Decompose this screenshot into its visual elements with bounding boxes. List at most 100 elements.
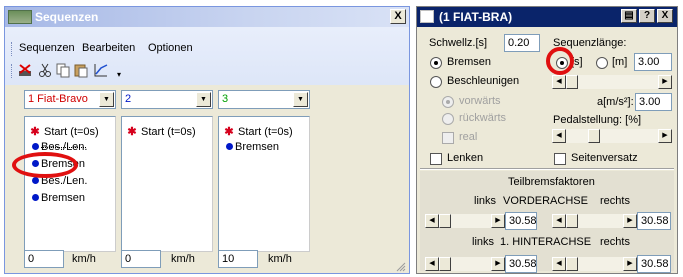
scroll-left-icon[interactable]: ◀ xyxy=(552,75,566,89)
va-links-label: links xyxy=(474,195,497,207)
menu-optionen[interactable]: Optionen xyxy=(148,42,193,54)
scroll-right-icon[interactable]: ▶ xyxy=(658,75,672,89)
list-item[interactable]: Bremsen xyxy=(29,192,85,206)
slider-thumb[interactable] xyxy=(566,214,578,228)
step-dot-icon xyxy=(32,194,39,202)
sequence-select-3[interactable]: 3 ▼ xyxy=(218,90,310,109)
close-button[interactable]: X xyxy=(390,9,406,24)
radio-vorwaerts[interactable] xyxy=(442,96,454,108)
schwellz-field[interactable]: 0.20 xyxy=(504,34,540,52)
list-item[interactable]: ✱ Start (t=0s) xyxy=(29,125,98,139)
va-links-slider[interactable]: ◀ ▶ xyxy=(425,214,505,228)
speed-unit-2: km/h xyxy=(171,253,195,265)
sequence-list-1[interactable]: ✱ Start (t=0s) Bes./Len. Bremsen Bes./Len… xyxy=(24,116,116,252)
ha-links-label: links xyxy=(472,236,495,248)
list-item[interactable]: ✱ Start (t=0s) xyxy=(223,125,292,139)
bremsen-label: Bremsen xyxy=(447,56,492,68)
accel-field[interactable]: 3.00 xyxy=(635,93,672,111)
speed-input-2[interactable]: 0 xyxy=(121,250,161,268)
scroll-left-icon[interactable]: ◀ xyxy=(552,214,566,228)
scroll-left-icon[interactable]: ◀ xyxy=(425,214,439,228)
chevron-down-icon[interactable]: ▼ xyxy=(196,92,211,107)
print-button[interactable]: ▤ xyxy=(621,9,637,23)
highlight-ellipse xyxy=(12,152,78,178)
scroll-right-icon[interactable]: ▶ xyxy=(491,257,505,271)
paste-icon[interactable] xyxy=(73,62,89,78)
radio-bremsen[interactable] xyxy=(430,57,442,69)
checkbox-lenken[interactable] xyxy=(430,153,442,165)
scroll-left-icon[interactable]: ◀ xyxy=(552,257,566,271)
sequence-list-3[interactable]: ✱ Start (t=0s) Bremsen xyxy=(218,116,310,252)
window-icon xyxy=(420,10,434,23)
close-button[interactable]: X xyxy=(657,9,673,23)
window-title: Sequenzen xyxy=(35,10,99,24)
radio-beschleunigen[interactable] xyxy=(430,76,442,88)
speed-input-3[interactable]: 10 xyxy=(218,250,258,268)
vehicle-titlebar[interactable]: (1 FIAT-BRA) ▤ ? X xyxy=(417,7,677,27)
list-item[interactable]: ✱ Start (t=0s) xyxy=(126,125,195,139)
va-rechts-label: rechts xyxy=(600,195,630,207)
teilbrems-title: Teilbremsfaktoren xyxy=(508,176,595,188)
menu-sequenzen[interactable]: Sequenzen xyxy=(19,42,75,54)
checkbox-real[interactable] xyxy=(442,132,454,144)
highlight-circle xyxy=(546,47,574,75)
list-item[interactable]: Bremsen xyxy=(223,141,279,155)
menu-grip-icon[interactable] xyxy=(11,42,14,56)
help-button[interactable]: ? xyxy=(639,9,655,23)
toolbar-grip-icon[interactable] xyxy=(11,64,14,78)
speed-unit-1: km/h xyxy=(72,253,96,265)
ha-rechts-field[interactable]: 30.58 xyxy=(637,255,671,273)
lenken-label: Lenken xyxy=(447,152,484,164)
delete-icon[interactable] xyxy=(17,62,33,78)
seitenversatz-label: Seitenversatz xyxy=(571,152,638,164)
radio-unit-m[interactable] xyxy=(596,57,608,69)
vorderachse-label: VORDERACHSE xyxy=(503,195,588,207)
chevron-down-icon[interactable]: ▼ xyxy=(99,92,114,107)
toolbar-overflow-icon[interactable]: ▾ xyxy=(111,67,127,83)
radio-rueckwaerts[interactable] xyxy=(442,113,454,125)
scroll-left-icon[interactable]: ◀ xyxy=(552,129,566,143)
chevron-down-icon[interactable]: ▼ xyxy=(293,92,308,107)
menu-bearbeiten[interactable]: Bearbeiten xyxy=(82,42,135,54)
vorwaerts-label: vorwärts xyxy=(459,95,501,107)
hinterachse-label: 1. HINTERACHSE xyxy=(500,236,592,248)
resize-grip-icon[interactable] xyxy=(396,262,406,272)
pedal-label: Pedalstellung: [%] xyxy=(553,114,642,126)
schwellz-label: Schwellz.[s] xyxy=(429,37,488,49)
start-star-icon: ✱ xyxy=(30,126,40,138)
unit-m-label: [m] xyxy=(612,56,628,68)
window-title: (1 FIAT-BRA) xyxy=(439,10,513,24)
sequence-select-1[interactable]: 1 Fiat-Bravo ▼ xyxy=(24,90,116,109)
va-links-field[interactable]: 30.58 xyxy=(505,212,537,230)
chart-icon[interactable] xyxy=(93,62,109,78)
sequence-list-2[interactable]: ✱ Start (t=0s) xyxy=(121,116,213,252)
select-value: 3 xyxy=(222,93,229,105)
copy-icon[interactable] xyxy=(55,62,71,78)
checkbox-seitenversatz[interactable] xyxy=(554,153,566,165)
cut-icon[interactable] xyxy=(37,62,53,78)
slider-thumb[interactable] xyxy=(566,257,578,271)
scroll-right-icon[interactable]: ▶ xyxy=(658,129,672,143)
select-value: 2 xyxy=(125,93,132,105)
speed-input-1[interactable]: 0 xyxy=(24,250,64,268)
sequenzen-titlebar[interactable]: Sequenzen X xyxy=(5,7,409,27)
scroll-right-icon[interactable]: ▶ xyxy=(623,214,637,228)
va-rechts-slider[interactable]: ◀ ▶ xyxy=(552,214,637,228)
pedal-slider[interactable]: ◀ ▶ xyxy=(552,129,672,143)
ha-links-field[interactable]: 30.58 xyxy=(505,255,537,273)
speed-unit-3: km/h xyxy=(268,253,292,265)
slider-thumb[interactable] xyxy=(588,129,600,143)
seqlen-slider[interactable]: ◀ ▶ xyxy=(552,75,672,89)
seqlen-field[interactable]: 3.00 xyxy=(634,53,672,71)
slider-thumb[interactable] xyxy=(439,257,451,271)
sequence-select-2[interactable]: 2 ▼ xyxy=(121,90,213,109)
slider-thumb[interactable] xyxy=(439,214,451,228)
start-star-icon: ✱ xyxy=(127,126,137,138)
va-rechts-field[interactable]: 30.58 xyxy=(637,212,671,230)
scroll-left-icon[interactable]: ◀ xyxy=(425,257,439,271)
ha-rechts-slider[interactable]: ◀ ▶ xyxy=(552,257,637,271)
ha-links-slider[interactable]: ◀ ▶ xyxy=(425,257,505,271)
scroll-right-icon[interactable]: ▶ xyxy=(623,257,637,271)
scroll-right-icon[interactable]: ▶ xyxy=(491,214,505,228)
slider-thumb[interactable] xyxy=(566,75,578,89)
